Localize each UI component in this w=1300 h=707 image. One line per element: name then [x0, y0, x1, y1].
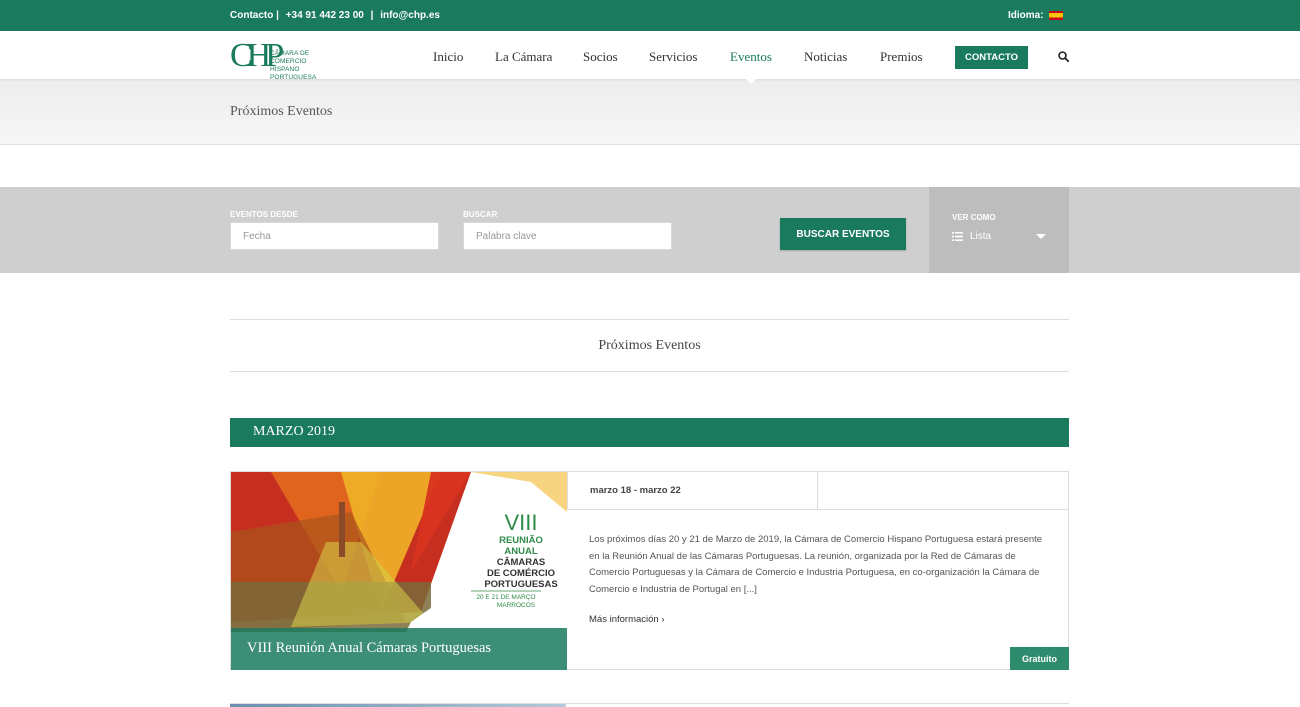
top-bar: Contacto | +34 91 442 23 00 | info@chp.e…	[0, 0, 1300, 31]
event-card: VIII REUNIÃO ANUAL CÂMARAS DE COMÉRCIO P…	[230, 471, 1069, 670]
view-as-selector[interactable]: VER COMO Lista	[929, 187, 1069, 273]
event-image[interactable]: VIII REUNIÃO ANUAL CÂMARAS DE COMÉRCIO P…	[231, 472, 567, 670]
event-description: Los próximos días 20 y 21 de Marzo de 20…	[589, 534, 1043, 595]
section-header: Próximos Eventos	[230, 319, 1069, 372]
separator: |	[370, 10, 374, 21]
nav-noticias[interactable]: Noticias	[804, 49, 847, 65]
chevron-down-icon	[1036, 234, 1046, 239]
view-as-text: Lista	[970, 231, 992, 242]
event-venue-cell	[818, 472, 1069, 510]
month-separator: MARZO 2019	[230, 418, 1069, 447]
event-date-cell: marzo 18 - marzo 22	[567, 472, 818, 510]
poster-place: MARROCOS	[497, 602, 536, 609]
phone-link[interactable]: +34 91 442 23 00	[286, 10, 364, 21]
logo-text: CÂMARA DE COMERCIO HISPANO PORTUGUESA	[270, 50, 340, 82]
nav-la-camara[interactable]: La Cámara	[495, 49, 552, 65]
next-event-card	[230, 703, 1069, 707]
event-date: marzo 18 - marzo 22	[590, 485, 681, 496]
events-from-label: EVENTOS DESDE	[230, 210, 298, 219]
contact-button[interactable]: CONTACTO	[955, 46, 1028, 69]
section-title: Próximos Eventos	[598, 338, 701, 353]
page-title-band: Próximos Eventos	[0, 79, 1300, 145]
logo-line-2: HISPANO PORTUGUESA	[270, 66, 317, 81]
view-as-label: VER COMO	[952, 213, 996, 222]
spain-flag-icon[interactable]	[1048, 11, 1063, 20]
nav-inicio[interactable]: Inicio	[433, 49, 463, 65]
main-header: CHP CÂMARA DE COMERCIO HISPANO PORTUGUES…	[0, 31, 1300, 84]
language-selector[interactable]: Idioma:	[1008, 10, 1063, 21]
email-link[interactable]: info@chp.es	[380, 10, 440, 21]
nav-eventos[interactable]: Eventos	[730, 49, 772, 65]
logo-line-1: CÂMARA DE COMERCIO	[270, 50, 310, 65]
search-events-button[interactable]: BUSCAR EVENTOS	[780, 218, 906, 250]
logo[interactable]: CHP CÂMARA DE COMERCIO HISPANO PORTUGUES…	[230, 36, 340, 81]
poster-line-2: ANUAL	[504, 546, 537, 557]
nav-premios[interactable]: Premios	[880, 49, 923, 65]
search-label: BUSCAR	[463, 210, 498, 219]
poster-dates: 20 E 21 DE MARÇO	[476, 594, 535, 601]
search-icon[interactable]	[1058, 51, 1069, 62]
nav-servicios[interactable]: Servicios	[649, 49, 697, 65]
date-input[interactable]: Fecha	[230, 222, 439, 250]
poster-line-4: DE COMÉRCIO	[487, 568, 555, 579]
price-badge: Gratuito	[1010, 647, 1069, 670]
event-title[interactable]: VIII Reunión Anual Cámaras Portuguesas	[247, 640, 491, 657]
chevron-right-icon: ›	[661, 614, 665, 625]
more-info-label[interactable]: Más información	[589, 614, 659, 625]
view-as-value[interactable]: Lista	[952, 231, 991, 242]
keyword-input[interactable]: Palabra clave	[463, 222, 672, 250]
language-label: Idioma:	[1008, 10, 1044, 21]
nav-socios[interactable]: Socios	[583, 49, 618, 65]
poster-line-1: REUNIÃO	[499, 535, 543, 546]
top-contact-info: Contacto | +34 91 442 23 00 | info@chp.e…	[230, 10, 444, 21]
poster-numeral: VIII	[504, 510, 537, 535]
contact-label: Contacto |	[230, 10, 279, 21]
poster-line-5: PORTUGUESAS	[484, 579, 557, 590]
month-label: MARZO 2019	[253, 424, 336, 439]
page-title: Próximos Eventos	[230, 104, 333, 119]
active-nav-indicator	[744, 77, 758, 84]
event-filter-bar: EVENTOS DESDE Fecha BUSCAR Palabra clave…	[0, 187, 1300, 273]
more-info-link[interactable]: Más información ›	[589, 614, 665, 625]
event-title-overlay[interactable]: VIII Reunión Anual Cámaras Portuguesas	[231, 628, 567, 670]
list-icon	[952, 232, 963, 241]
poster-line-3: CÂMARAS	[497, 556, 546, 568]
